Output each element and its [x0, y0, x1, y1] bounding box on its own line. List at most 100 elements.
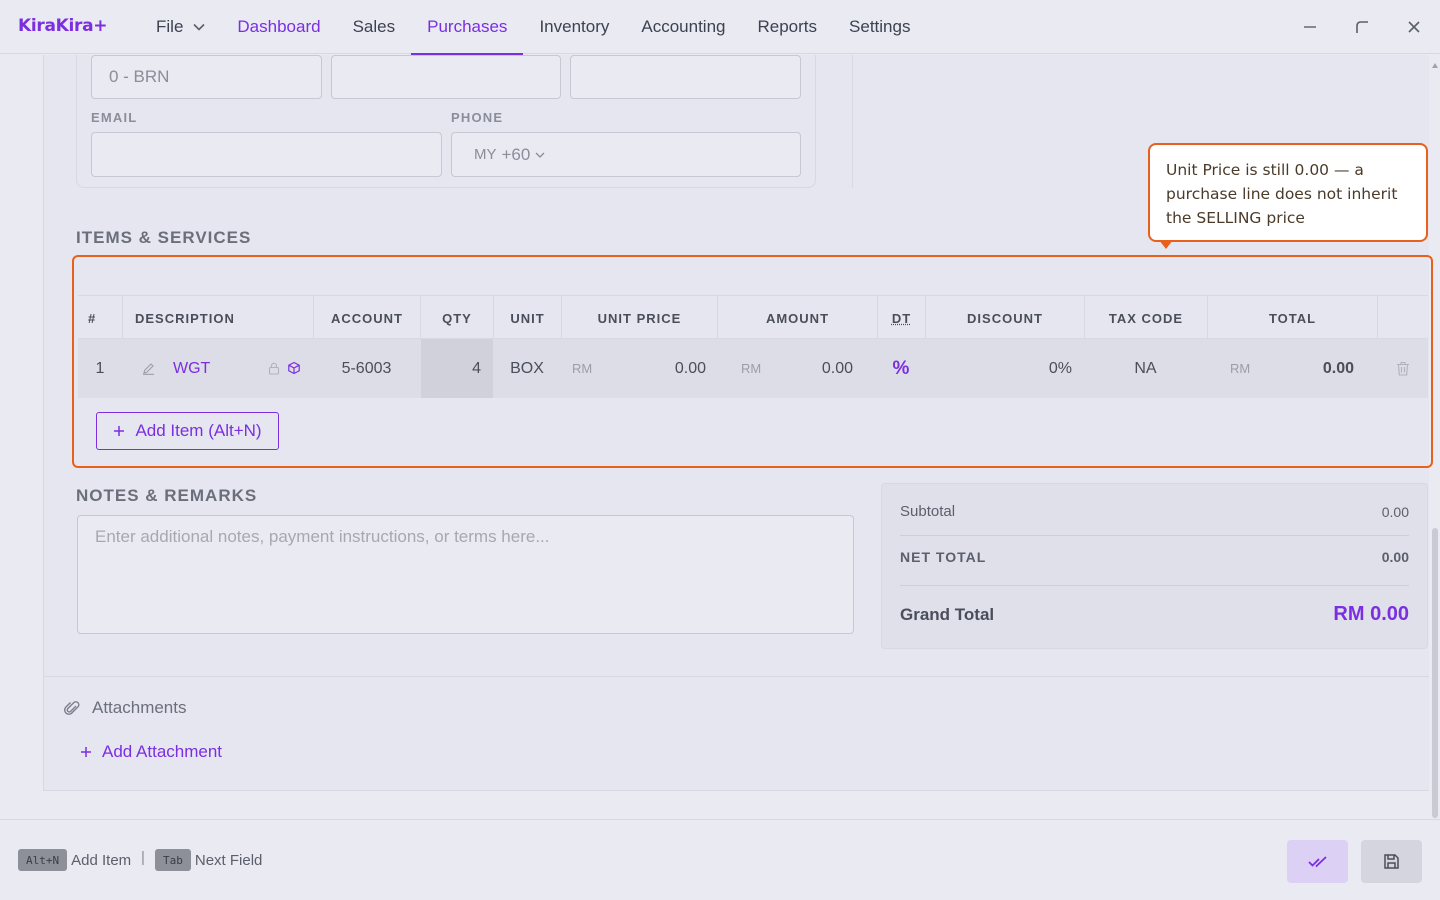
totals-divider	[900, 585, 1409, 586]
col-discount: DISCOUNT	[925, 296, 1084, 340]
form-scroll-area: 0 - BRN EMAIL PHONE MY +60 ITEMS & SERVI…	[0, 55, 1440, 819]
menu-file-label: File	[156, 17, 184, 36]
lock-icon	[268, 362, 280, 380]
menu-file[interactable]: File	[140, 0, 221, 54]
amount-currency: RM	[741, 361, 762, 376]
totals-panel: Subtotal 0.00 NET TOTAL 0.00 Grand Total…	[881, 483, 1428, 649]
double-check-icon	[1307, 855, 1327, 867]
col-number: #	[88, 310, 97, 326]
menu-reports[interactable]: Reports	[742, 0, 834, 54]
col-unit: UNIT	[493, 296, 561, 340]
shortcut-label: Next Field	[194, 851, 263, 869]
title-bar: KiraKira+ File Dashboard Sales Purchases…	[0, 0, 1440, 55]
total-currency: RM	[1230, 361, 1251, 376]
notes-textarea[interactable]: Enter additional notes, payment instruct…	[77, 515, 854, 634]
net-total-value: 0.00	[1381, 549, 1409, 565]
approve-button[interactable]	[1287, 840, 1348, 883]
discount-type-toggle[interactable]: %	[877, 339, 925, 398]
panel-divider	[852, 55, 853, 188]
notes-section-title: NOTES & REMARKS	[76, 486, 258, 505]
add-attachment-label: Add Attachment	[102, 742, 223, 761]
shortcut-separator: |	[141, 849, 145, 866]
minimize-button[interactable]	[1284, 0, 1336, 54]
unit-price-value: 0.00	[674, 359, 706, 377]
description-cell[interactable]: WGT	[122, 339, 313, 398]
save-icon	[1384, 854, 1399, 869]
grand-total-value: RM 0.00	[1333, 603, 1409, 625]
app-logo: KiraKira+	[18, 16, 108, 36]
vertical-scrollbar[interactable]	[1432, 63, 1438, 819]
table-row: 1 WGT 5-6003 4 BOX RM 0.00 RM 0.00 % 0% …	[78, 339, 1428, 398]
net-total-label: NET TOTAL	[900, 549, 987, 565]
add-item-button[interactable]: Add Item (Alt+N)	[96, 412, 279, 450]
inventory-box-icon[interactable]	[287, 361, 301, 380]
phone-field[interactable]: MY +60	[451, 132, 801, 177]
subtotal-value: 0.00	[1381, 503, 1409, 520]
phone-label: PHONE	[451, 110, 504, 125]
save-button[interactable]	[1361, 840, 1422, 883]
items-table: # DESCRIPTION ACCOUNT QTY UNIT UNIT PRIC…	[78, 295, 1428, 398]
close-icon	[1408, 21, 1420, 33]
col-description: DESCRIPTION	[122, 296, 313, 340]
email-label: EMAIL	[91, 110, 138, 125]
account-cell[interactable]: 5-6003	[313, 339, 420, 398]
net-total-row: NET TOTAL 0.00	[900, 549, 1409, 565]
paperclip-icon	[64, 701, 80, 715]
add-item-label: Add Item (Alt+N)	[135, 421, 262, 440]
col-actions	[1377, 296, 1428, 340]
registration-field-2[interactable]	[331, 55, 561, 99]
trash-icon	[1396, 361, 1409, 376]
shortcut-label: Add Item	[71, 851, 132, 869]
phone-country: MY	[474, 146, 497, 163]
discount-input[interactable]: 0%	[925, 339, 1084, 398]
attachments-divider	[44, 676, 1429, 677]
shortcut-key: Tab	[155, 849, 191, 871]
pencil-icon[interactable]	[142, 362, 155, 375]
item-description[interactable]: WGT	[173, 360, 210, 378]
scroll-up-arrow-icon[interactable]	[1432, 63, 1438, 68]
col-account: ACCOUNT	[313, 296, 420, 340]
col-amount: AMOUNT	[717, 296, 877, 340]
total-cell: RM 0.00	[1207, 339, 1377, 398]
annotation-callout-pointer	[1159, 240, 1173, 249]
plus-icon	[81, 747, 91, 757]
window-controls	[1284, 0, 1440, 54]
unit-cell[interactable]: BOX	[493, 339, 561, 398]
brn-field[interactable]: 0 - BRN	[91, 55, 322, 99]
unit-price-input[interactable]: RM 0.00	[561, 339, 717, 398]
col-qty: QTY	[420, 296, 493, 340]
add-attachment-button[interactable]: Add Attachment	[80, 742, 222, 762]
col-discount-type: DT	[877, 296, 925, 340]
chevron-down-icon	[535, 152, 545, 158]
delete-row-button[interactable]	[1377, 339, 1428, 398]
menu-sales[interactable]: Sales	[337, 0, 412, 54]
scrollbar-thumb[interactable]	[1432, 528, 1438, 818]
menu-purchases[interactable]: Purchases	[411, 0, 524, 55]
subtotal-row: Subtotal 0.00	[900, 503, 1409, 520]
totals-divider	[900, 535, 1409, 536]
tax-code-select[interactable]: NA	[1084, 339, 1207, 398]
grand-total-row: Grand Total RM 0.00	[900, 603, 1409, 626]
attachments-title: Attachments	[92, 698, 187, 717]
phone-country-code[interactable]: MY +60	[474, 145, 545, 165]
email-field[interactable]	[91, 132, 442, 177]
total-value: 0.00	[1322, 359, 1354, 377]
main-menu: File Dashboard Sales Purchases Inventory…	[140, 0, 926, 55]
shortcut-key: Alt+N	[18, 849, 68, 871]
annotation-callout: Unit Price is still 0.00 — a purchase li…	[1148, 143, 1428, 242]
amount-value: 0.00	[821, 359, 853, 377]
attachments-header: Attachments	[64, 698, 187, 718]
menu-accounting[interactable]: Accounting	[625, 0, 741, 54]
menu-settings[interactable]: Settings	[833, 0, 926, 54]
registration-field-3[interactable]	[570, 55, 801, 99]
menu-inventory[interactable]: Inventory	[523, 0, 625, 54]
maximize-button[interactable]	[1336, 0, 1388, 54]
qty-input[interactable]: 4	[421, 339, 493, 398]
subtotal-label: Subtotal	[900, 503, 956, 520]
table-header: # DESCRIPTION ACCOUNT QTY UNIT UNIT PRIC…	[78, 295, 1428, 340]
items-section-title: ITEMS & SERVICES	[76, 228, 252, 247]
menu-dashboard[interactable]: Dashboard	[221, 0, 336, 54]
restore-icon	[1356, 21, 1368, 33]
close-button[interactable]	[1388, 0, 1440, 54]
chevron-down-icon	[193, 23, 205, 31]
